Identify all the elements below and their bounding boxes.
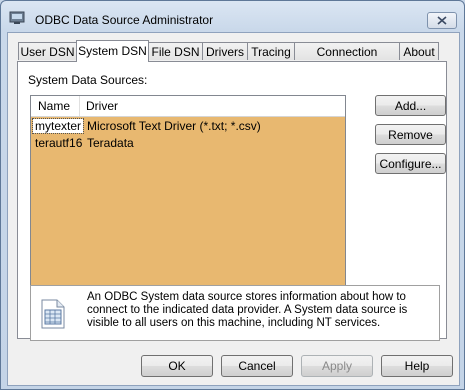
dialog-client-area: User DSN System DSN File DSN Drivers Tra… <box>7 32 460 386</box>
list-item-driver: Teradata <box>87 136 134 150</box>
list-item-name: mytexter <box>31 118 85 134</box>
info-description: An ODBC System data source stores inform… <box>87 291 408 329</box>
column-header-driver[interactable]: Driver <box>86 99 118 113</box>
list-item-name: terautf16 <box>35 136 83 150</box>
list-header: Name Driver <box>31 96 345 117</box>
tab-connection-pooling[interactable]: Connection Pooling <box>294 42 400 77</box>
data-source-list[interactable]: Name Driver mytexter Microsoft Text Driv… <box>30 95 346 301</box>
ok-button[interactable]: OK <box>141 355 213 377</box>
system-data-sources-label: System Data Sources: <box>28 73 148 87</box>
info-box: An ODBC System data source stores inform… <box>30 285 440 341</box>
list-item[interactable]: mytexter Microsoft Text Driver (*.txt; *… <box>31 118 345 134</box>
tab-system-dsn[interactable]: System DSN <box>76 40 149 62</box>
dialog-window: ODBC Data Source Administrator User DSN … <box>0 0 465 390</box>
add-button[interactable]: Add... <box>375 95 446 116</box>
data-source-icon <box>41 299 65 329</box>
tab-drivers[interactable]: Drivers <box>202 42 248 60</box>
odbc-app-icon <box>9 11 25 24</box>
list-item-driver: Microsoft Text Driver (*.txt; *.csv) <box>87 119 261 133</box>
tab-about[interactable]: About <box>399 42 439 60</box>
close-icon <box>437 16 447 25</box>
remove-button[interactable]: Remove <box>375 124 446 145</box>
apply-button[interactable]: Apply <box>301 355 373 377</box>
title-bar[interactable]: ODBC Data Source Administrator <box>1 1 464 31</box>
list-item[interactable]: terautf16 Teradata <box>31 135 345 151</box>
help-button[interactable]: Help <box>381 355 453 377</box>
close-button[interactable] <box>427 12 457 29</box>
tab-tracing[interactable]: Tracing <box>247 42 295 60</box>
tab-file-dsn[interactable]: File DSN <box>148 42 203 60</box>
cancel-button[interactable]: Cancel <box>221 355 293 377</box>
column-divider[interactable] <box>79 96 80 116</box>
system-dsn-panel: System Data Sources: Name Driver mytexte… <box>17 61 447 341</box>
window-title: ODBC Data Source Administrator <box>35 13 214 27</box>
tab-user-dsn[interactable]: User DSN <box>18 42 77 60</box>
column-header-name[interactable]: Name <box>38 99 70 113</box>
configure-button[interactable]: Configure... <box>375 153 446 174</box>
